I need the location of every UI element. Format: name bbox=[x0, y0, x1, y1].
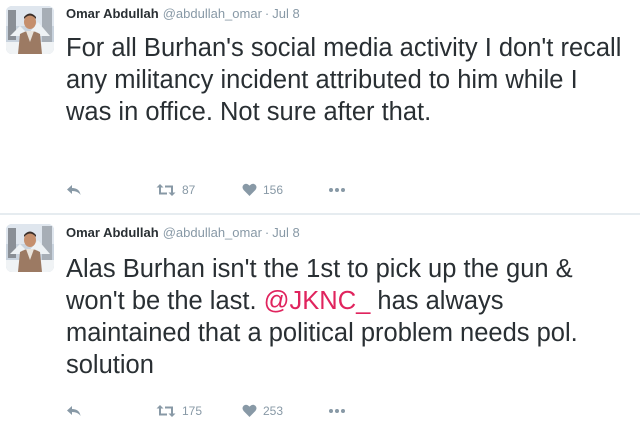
reply-button[interactable] bbox=[66, 180, 82, 200]
tweet-text: Alas Burhan isn't the 1st to pick up the… bbox=[66, 253, 626, 381]
heart-icon bbox=[242, 404, 257, 418]
avatar[interactable] bbox=[6, 6, 54, 54]
tweet-header: Omar Abdullah @abdullah_omar · Jul 8 bbox=[66, 6, 300, 21]
separator: · bbox=[264, 6, 270, 21]
more-dots-icon bbox=[328, 408, 346, 414]
tweet-text: For all Burhan's social media activity I… bbox=[66, 32, 626, 128]
tweet-date[interactable]: Jul 8 bbox=[272, 6, 299, 21]
author-handle[interactable]: @abdullah_omar bbox=[163, 6, 262, 21]
tweet: Omar Abdullah @abdullah_omar · Jul 8 Alas B… bbox=[0, 215, 640, 432]
like-button[interactable]: 156 bbox=[242, 180, 283, 200]
more-button[interactable] bbox=[328, 180, 346, 200]
author-name[interactable]: Omar Abdullah bbox=[66, 225, 159, 240]
reply-button[interactable] bbox=[66, 401, 82, 421]
avatar[interactable] bbox=[6, 224, 54, 272]
retweet-icon bbox=[156, 404, 176, 418]
separator: · bbox=[264, 225, 270, 240]
retweet-icon bbox=[156, 183, 176, 197]
tweet: Omar Abdullah @abdullah_omar · Jul 8 For al… bbox=[0, 0, 640, 214]
tweet-text-part: For all Burhan's social media activity I… bbox=[66, 34, 622, 126]
author-name[interactable]: Omar Abdullah bbox=[66, 6, 159, 21]
tweet-date[interactable]: Jul 8 bbox=[272, 225, 299, 240]
like-button[interactable]: 253 bbox=[242, 401, 283, 421]
tweet-header: Omar Abdullah @abdullah_omar · Jul 8 bbox=[66, 225, 300, 240]
like-count: 253 bbox=[263, 404, 284, 418]
like-count: 156 bbox=[263, 183, 284, 197]
tweet-actions: 87 156 bbox=[66, 180, 386, 200]
heart-icon bbox=[242, 183, 257, 197]
more-dots-icon bbox=[328, 187, 346, 193]
retweet-count: 175 bbox=[182, 404, 203, 418]
retweet-count: 87 bbox=[182, 183, 196, 197]
retweet-button[interactable]: 175 bbox=[156, 401, 202, 421]
more-button[interactable] bbox=[328, 401, 346, 421]
mention-link[interactable]: @JKNC_ bbox=[264, 287, 371, 315]
reply-icon bbox=[66, 183, 82, 197]
retweet-button[interactable]: 87 bbox=[156, 180, 195, 200]
author-handle[interactable]: @abdullah_omar bbox=[163, 225, 262, 240]
reply-icon bbox=[66, 404, 82, 418]
tweet-actions: 175 253 bbox=[66, 401, 386, 421]
